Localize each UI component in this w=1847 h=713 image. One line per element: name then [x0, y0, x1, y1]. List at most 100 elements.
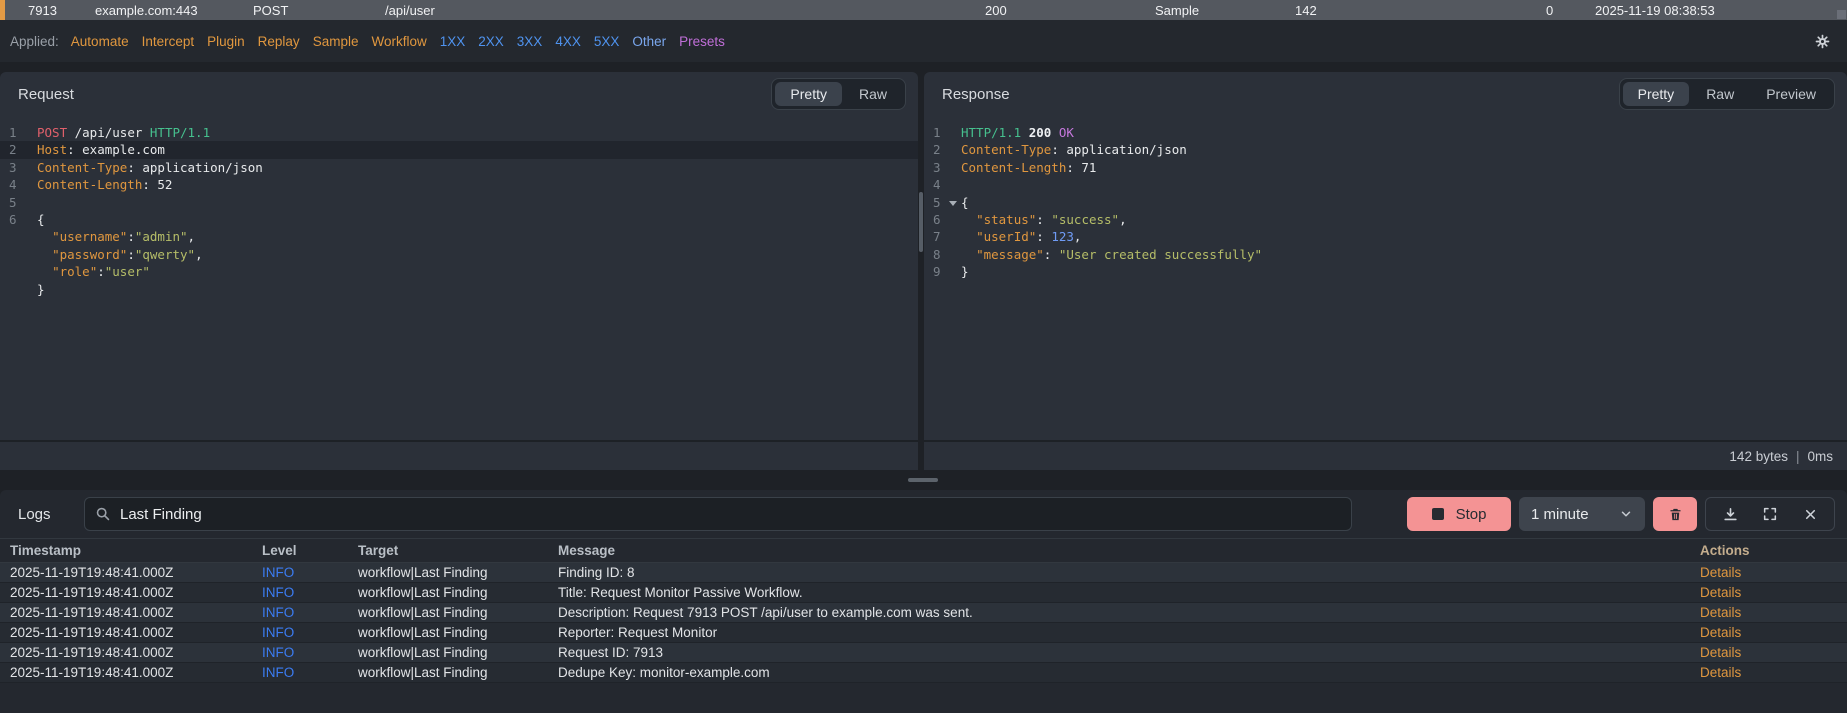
request-id-cell: 7913 [28, 2, 57, 18]
request-panel-title: Request [18, 85, 74, 103]
log-timestamp-cell: 2025-11-19T19:48:41.000Z [10, 585, 174, 600]
logs-search-box[interactable] [84, 497, 1352, 531]
fold-slot [948, 159, 961, 176]
request-tab-raw[interactable]: Raw [844, 82, 902, 106]
line-number: 6 [9, 212, 17, 228]
line-number: 4 [9, 177, 17, 193]
filter-intercept[interactable]: Intercept [142, 34, 195, 49]
filter-4xx[interactable]: 4XX [555, 34, 581, 49]
code-text: "userId": 123, [976, 229, 1082, 245]
horizontal-splitter[interactable] [0, 470, 1847, 490]
logs-search-input[interactable] [120, 505, 1341, 523]
log-timestamp-cell: 2025-11-19T19:48:41.000Z [10, 665, 174, 680]
log-timestamp-cell: 2025-11-19T19:48:41.000Z [10, 645, 174, 660]
line-number [0, 228, 24, 245]
line-number [0, 246, 24, 263]
fold-slot [24, 228, 37, 245]
log-row: 2025-11-19T19:48:41.000Z INFO workflow|Las… [0, 623, 1847, 643]
request-view-tabs: Pretty Raw [771, 78, 906, 110]
code-text: "password":"qwerty", [52, 246, 203, 262]
response-tab-pretty[interactable]: Pretty [1622, 82, 1690, 106]
code-line: 2 Content-Type: application/json [924, 141, 1847, 158]
line-number: 9 [933, 264, 941, 280]
fold-slot [948, 124, 961, 141]
response-panel: Response Pretty Raw Preview 1 HTTP/1.1 200 … [924, 72, 1847, 470]
code-line: 1 POST /api/user HTTP/1.1 [0, 124, 918, 141]
code-line: 6{ [0, 211, 918, 228]
filter-replay[interactable]: Replay [258, 34, 300, 49]
request-tab-pretty[interactable]: Pretty [775, 82, 842, 106]
expand-logs-button[interactable] [1750, 498, 1790, 530]
code-line: 7 "userId": 123, [924, 228, 1847, 245]
code-text: } [961, 264, 969, 280]
search-icon [95, 506, 111, 522]
column-header-timestamp: Timestamp [10, 543, 82, 558]
response-time: 0ms [1807, 448, 1833, 464]
panel-divider[interactable] [918, 72, 924, 470]
code-line: "role":"user" [0, 263, 918, 280]
close-logs-button[interactable] [1790, 498, 1830, 530]
response-code: 1 HTTP/1.1 200 OK 2 Content-Type: applicati… [924, 116, 1847, 440]
scrollbar-corner[interactable] [1837, 10, 1846, 19]
filter-sample[interactable]: Sample [313, 34, 359, 49]
code-line: "username":"admin", [0, 228, 918, 245]
request-response-split: Request Pretty Raw 1 POST /api/user HTTP/1… [0, 72, 1847, 470]
logs-actions: Stop 1 minute [1407, 497, 1835, 531]
request-panel-footer [0, 440, 918, 470]
code-text: Content-Length: 52 [37, 177, 173, 193]
request-table-row[interactable]: 7913 example.com:443 POST /api/user 200 … [0, 0, 1847, 20]
fold-slot [24, 176, 37, 193]
filter-3xx[interactable]: 3XX [517, 34, 543, 49]
filter-plugin[interactable]: Plugin [207, 34, 245, 49]
log-message-cell: Dedupe Key: monitor-example.com [558, 665, 770, 680]
line-number: 6 [933, 212, 941, 228]
code-text: { [37, 212, 45, 228]
line-number: 5 [933, 194, 941, 210]
download-logs-button[interactable] [1710, 498, 1750, 530]
line-number: 4 [933, 177, 941, 193]
log-target-cell: workflow|Last Finding [358, 665, 488, 680]
fold-slot [24, 159, 37, 176]
filter-presets[interactable]: Presets [679, 34, 725, 49]
filter-other[interactable]: Other [632, 34, 666, 49]
request-panel: Request Pretty Raw 1 POST /api/user HTTP/1… [0, 72, 918, 470]
filter-2xx[interactable]: 2XX [478, 34, 504, 49]
code-text: Content-Type: application/json [37, 159, 263, 175]
filter-workflow[interactable]: Workflow [371, 34, 426, 49]
log-level-cell: INFO [262, 645, 295, 660]
log-target-cell: workflow|Last Finding [358, 585, 488, 600]
log-details-link[interactable]: Details [1700, 585, 1847, 600]
interval-select[interactable]: 1 minute [1519, 497, 1645, 531]
code-line: 6 "status": "success", [924, 211, 1847, 228]
log-details-link[interactable]: Details [1700, 625, 1847, 640]
filter-1xx[interactable]: 1XX [440, 34, 466, 49]
request-panel-header: Request Pretty Raw [0, 72, 918, 116]
response-view-tabs: Pretty Raw Preview [1618, 78, 1835, 110]
log-details-link[interactable]: Details [1700, 565, 1847, 580]
log-level-cell: INFO [262, 565, 295, 580]
response-panel-title: Response [942, 85, 1010, 103]
stop-button[interactable]: Stop [1407, 497, 1511, 531]
filter-5xx[interactable]: 5XX [594, 34, 620, 49]
filter-automate[interactable]: Automate [71, 34, 129, 49]
response-panel-header: Response Pretty Raw Preview [924, 72, 1847, 116]
column-header-level: Level [262, 543, 297, 558]
fold-slot [948, 246, 961, 263]
log-details-link[interactable]: Details [1700, 605, 1847, 620]
code-line: 3 Content-Type: application/json [0, 159, 918, 176]
splitter-drag-handle[interactable] [908, 478, 938, 482]
scrollbar-thumb[interactable] [919, 192, 923, 252]
line-number [0, 281, 24, 298]
code-line: 8 "message": "User created successfully" [924, 246, 1847, 263]
log-details-link[interactable]: Details [1700, 665, 1847, 680]
fold-slot [24, 124, 37, 141]
request-timestamp-cell: 2025-11-19 08:38:53 [1595, 2, 1715, 18]
log-details-link[interactable]: Details [1700, 645, 1847, 660]
request-code: 1 POST /api/user HTTP/1.1 2 Host: example.c… [0, 116, 918, 440]
clear-logs-button[interactable] [1653, 497, 1697, 531]
response-tab-raw[interactable]: Raw [1691, 82, 1749, 106]
response-tab-preview[interactable]: Preview [1751, 82, 1831, 106]
settings-gear-icon[interactable] [1814, 33, 1831, 50]
fold-toggle-icon[interactable] [948, 194, 961, 211]
log-row: 2025-11-19T19:48:41.000Z INFO workflow|Las… [0, 663, 1847, 683]
